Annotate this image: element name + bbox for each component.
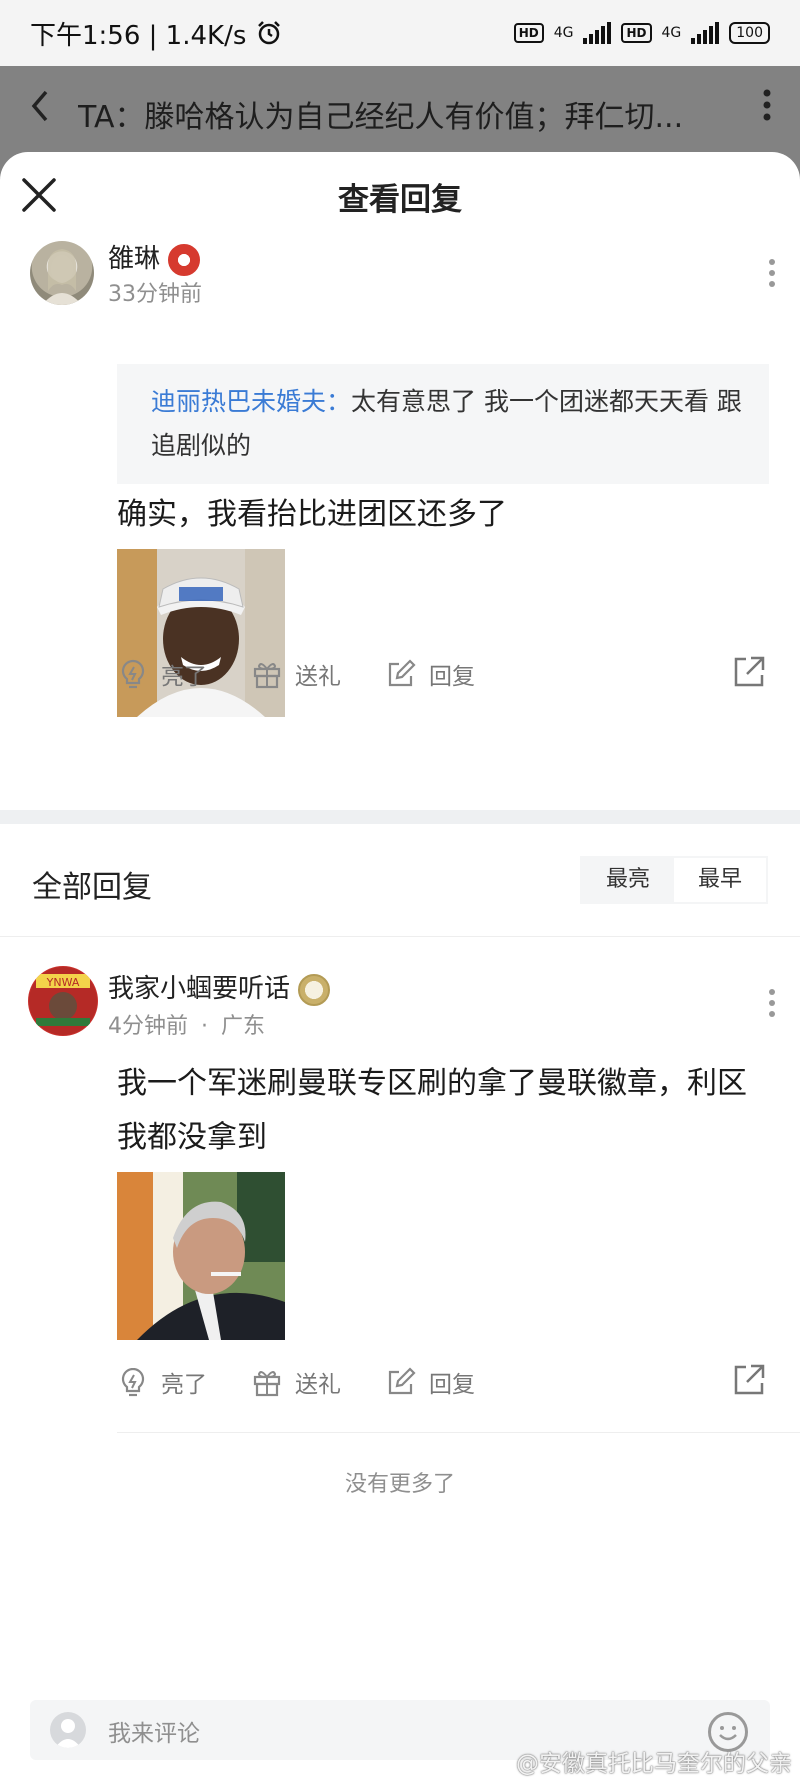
- reply-button[interactable]: 回复: [385, 1365, 475, 1399]
- status-left: 下午1:56 | 1.4K/s: [30, 15, 282, 52]
- comment-actions: 亮了 送礼 回复: [117, 654, 767, 694]
- sort-earliest-tab[interactable]: 最早: [674, 858, 766, 902]
- article-title: TA：滕哈格认为自己经纪人有价值；拜仁切...: [78, 100, 684, 135]
- sheet-header: 查看回复: [0, 152, 800, 242]
- status-time-speed: 下午1:56 | 1.4K/s: [30, 20, 247, 51]
- list-divider: [117, 1432, 800, 1433]
- edit-icon: [388, 1367, 416, 1395]
- user-name[interactable]: 雒琳: [108, 238, 201, 276]
- avatar[interactable]: [30, 241, 94, 305]
- sheet-title: 查看回复: [338, 182, 462, 218]
- gift-button[interactable]: 送礼: [251, 1365, 341, 1399]
- svg-text:YNWA: YNWA: [46, 976, 80, 989]
- no-more-text: 没有更多了: [344, 1472, 455, 1497]
- sort-hottest-tab[interactable]: 最亮: [582, 858, 674, 902]
- more-vertical-icon[interactable]: [766, 258, 778, 288]
- like-label: 亮了: [161, 664, 207, 690]
- quoted-user[interactable]: 迪丽热巴未婚夫：: [151, 387, 351, 416]
- quoted-comment: 迪丽热巴未婚夫：太有意思了 我一个团迷都天天看 跟追剧似的: [117, 364, 769, 484]
- alarm-icon: [258, 21, 281, 45]
- like-button[interactable]: 亮了: [117, 657, 207, 691]
- share-icon[interactable]: [731, 654, 767, 690]
- signal-icon: [583, 22, 612, 44]
- watermark: @安徽真托比马奎尔的父亲: [516, 1751, 792, 1777]
- network-type-2: 4G: [661, 25, 682, 41]
- comment-location: 广东: [221, 1014, 266, 1039]
- share-icon[interactable]: [731, 1362, 767, 1398]
- status-bar: 下午1:56 | 1.4K/s HD 4G HD 4G 100: [0, 0, 800, 66]
- comment-input-placeholder: 我来评论: [108, 1721, 200, 1747]
- gift-button[interactable]: 送礼: [251, 657, 341, 691]
- battery-icon: 100: [729, 22, 770, 44]
- gift-icon: [253, 1371, 281, 1397]
- user-avatar-icon: [50, 1712, 86, 1748]
- signal-icon-2: [691, 22, 720, 44]
- avatar[interactable]: YNWA: [28, 966, 98, 1036]
- reply-sheet: 查看回复 雒琳 33分钟前 迪丽热巴未婚夫：太有意思了 我一个团迷都天天看 跟追…: [0, 152, 800, 1778]
- back-icon[interactable]: [28, 88, 78, 133]
- user-name-text: 我家小蝈要听话: [108, 974, 291, 1004]
- user-badge-icon: [298, 973, 331, 1006]
- gift-label: 送礼: [295, 664, 341, 690]
- meta-separator: ·: [201, 1014, 208, 1039]
- user-badge-icon: [168, 243, 201, 276]
- comment-image[interactable]: [117, 1172, 285, 1340]
- lightbulb-icon: [121, 659, 145, 689]
- comment-text: 我一个军迷刷曼联专区刷的拿了曼联徽章，利区我都没拿到: [117, 1066, 747, 1155]
- reply-label: 回复: [429, 664, 475, 690]
- lightbulb-icon: [121, 1367, 145, 1397]
- hd-badge-2: HD: [621, 23, 652, 43]
- section-divider: [0, 810, 800, 824]
- hd-badge: HD: [513, 23, 544, 43]
- comment-meta: 4分钟前 · 广东: [108, 1008, 265, 1040]
- more-vertical-icon[interactable]: [766, 988, 778, 1018]
- like-button[interactable]: 亮了: [117, 1365, 207, 1399]
- edit-icon: [388, 659, 416, 687]
- network-type-1: 4G: [553, 25, 574, 41]
- status-right: HD 4G HD 4G 100: [513, 22, 770, 44]
- all-replies-title: 全部回复: [32, 870, 152, 905]
- user-name[interactable]: 我家小蝈要听话: [108, 968, 331, 1006]
- reply-button[interactable]: 回复: [385, 657, 475, 691]
- user-name-text: 雒琳: [108, 244, 161, 274]
- gift-icon: [253, 663, 281, 689]
- gift-label: 送礼: [295, 1372, 341, 1398]
- all-replies-header: 全部回复 最亮 最早: [0, 824, 800, 937]
- reply-label: 回复: [429, 1372, 475, 1398]
- comment-time: 4分钟前: [108, 1014, 188, 1039]
- comment-time: 33分钟前: [108, 282, 202, 307]
- sort-toggle: 最亮 最早: [580, 856, 768, 904]
- more-vertical-icon[interactable]: [742, 88, 772, 131]
- comment-text: 确实，我看抬比进团区还多了: [117, 497, 507, 532]
- comment-actions: 亮了 送礼 回复: [117, 1362, 767, 1402]
- like-label: 亮了: [161, 1372, 207, 1398]
